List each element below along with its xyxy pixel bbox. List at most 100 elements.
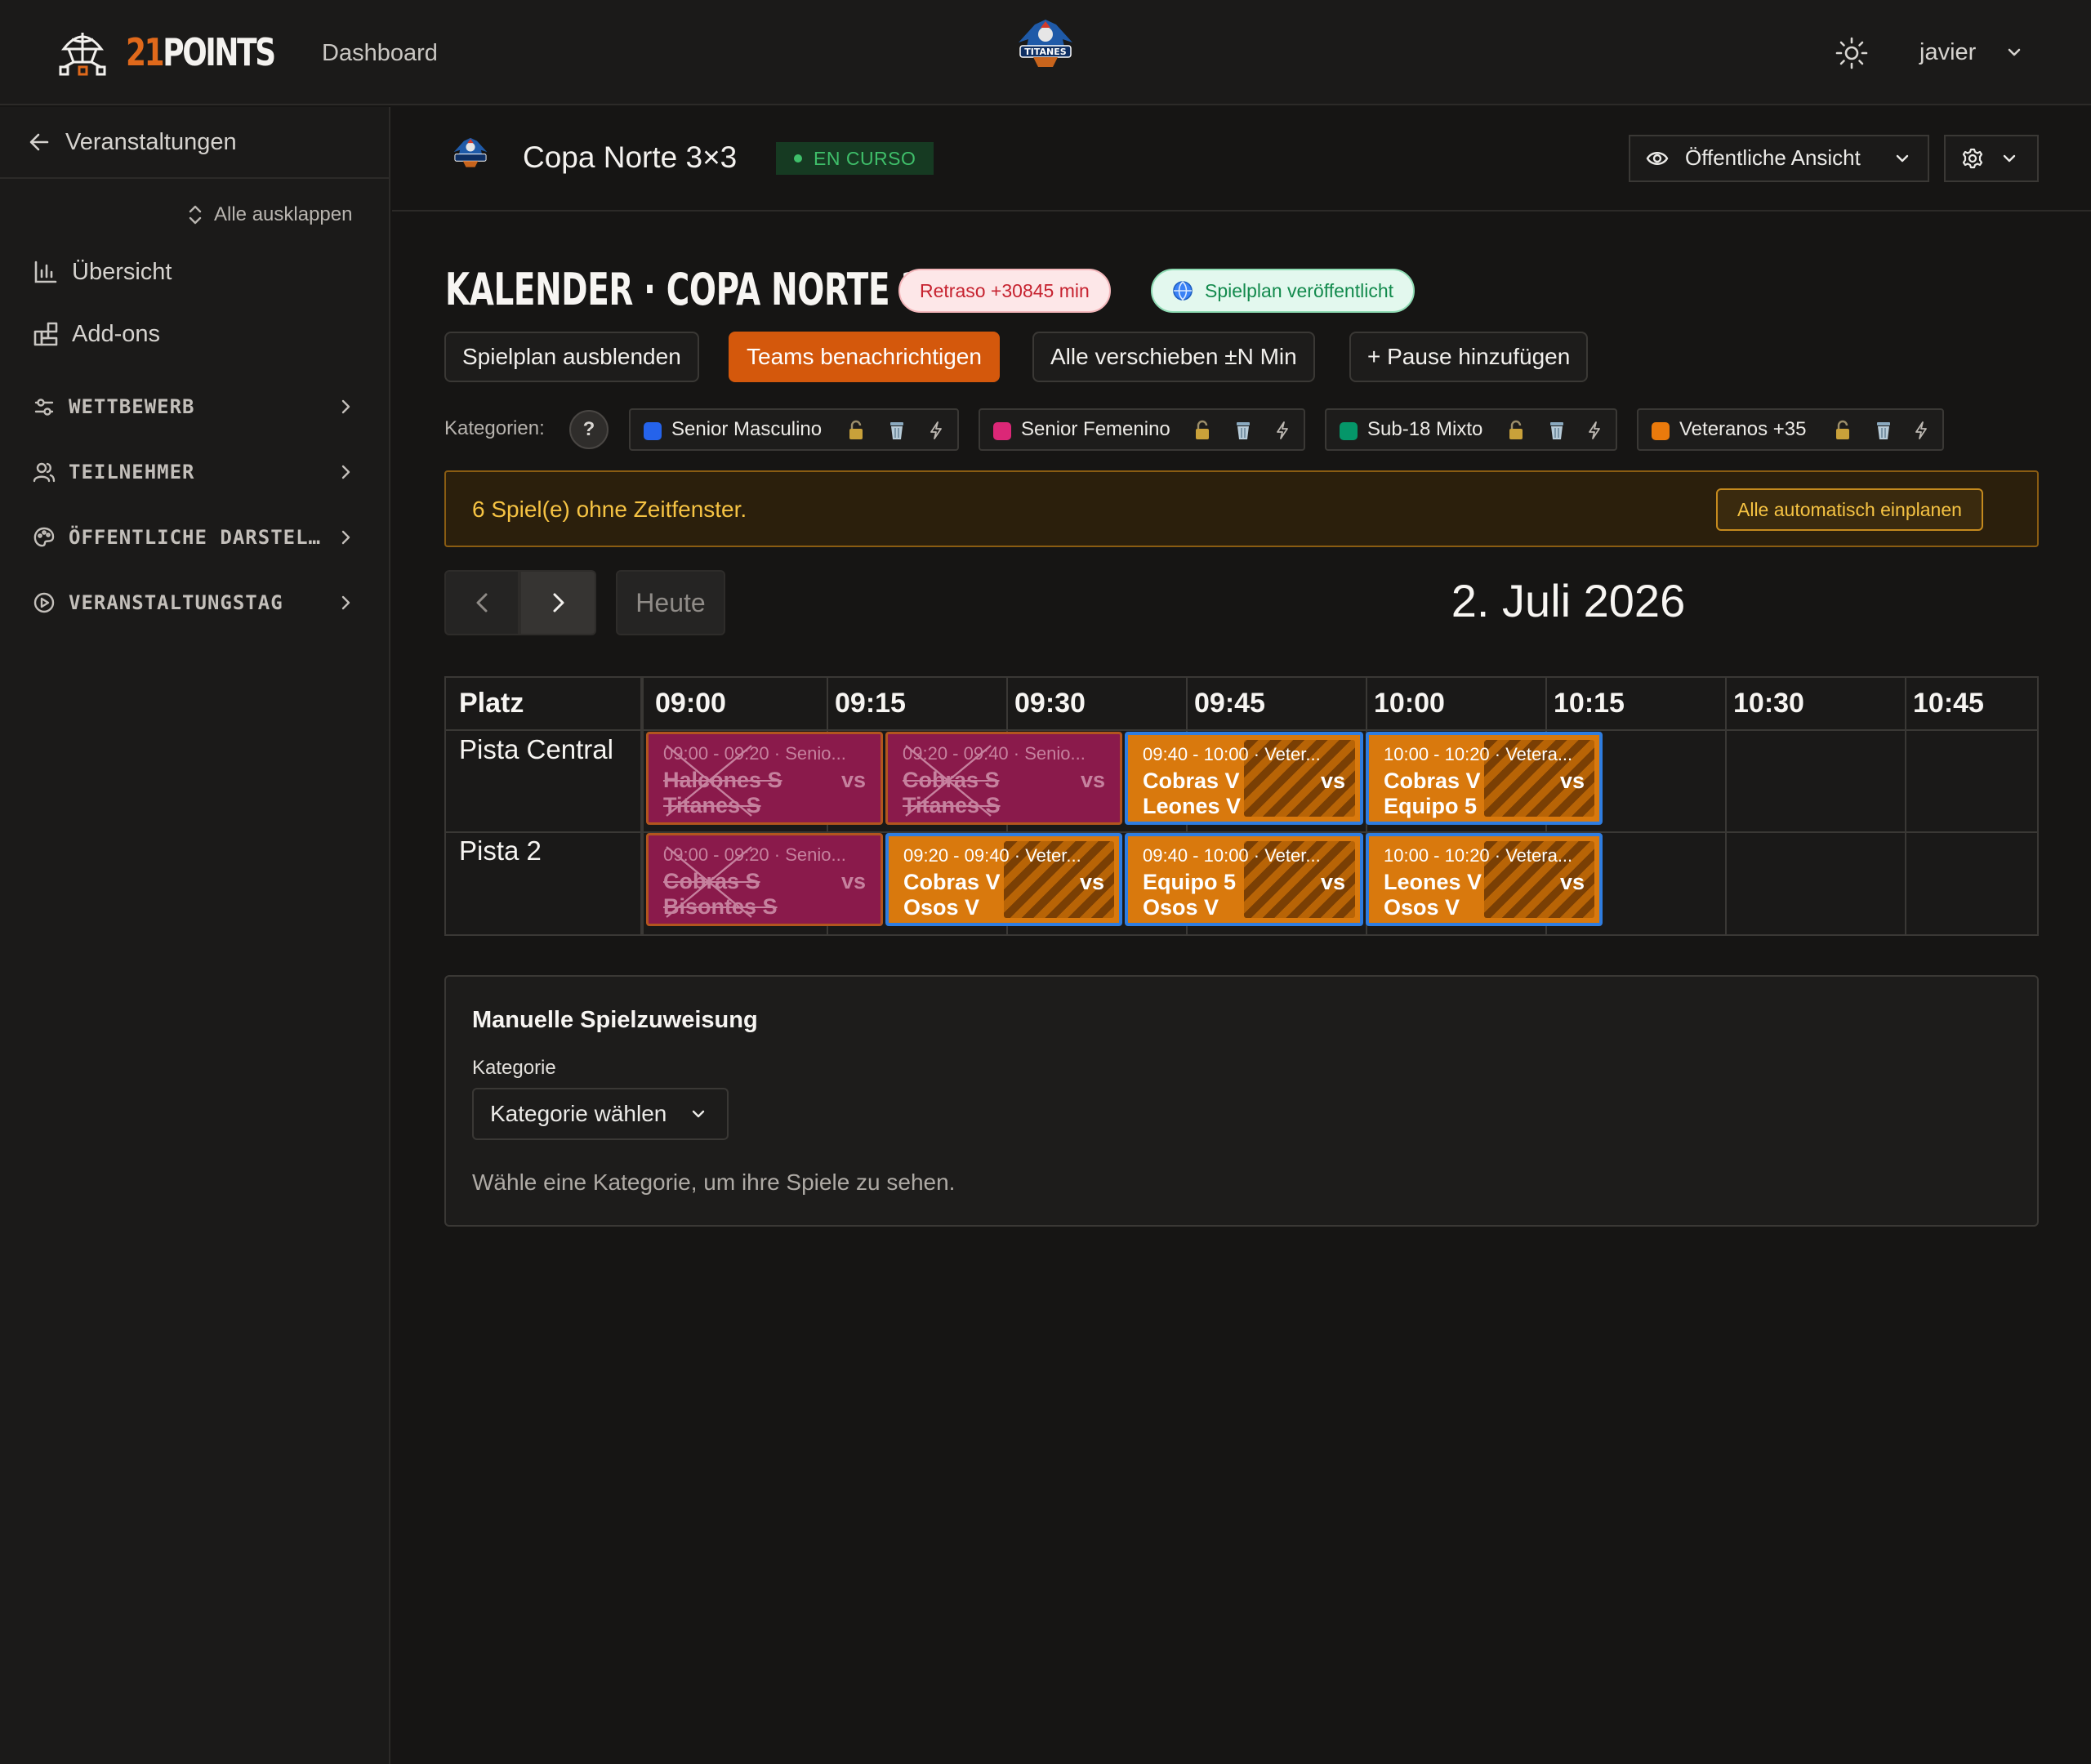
- add-break-button[interactable]: + Pause hinzufügen: [1349, 332, 1589, 382]
- sidebar-item-addons[interactable]: Add-ons: [72, 318, 160, 350]
- lightning-icon[interactable]: [926, 420, 946, 441]
- category-chip[interactable]: Veteranos +35: [1637, 408, 1944, 451]
- user-menu[interactable]: javier: [1919, 36, 1976, 69]
- match-team-home: Cobras S: [903, 768, 1000, 792]
- time-header: 10:00: [1374, 688, 1445, 719]
- trash-icon[interactable]: [1874, 420, 1893, 441]
- category-chip[interactable]: Senior Femenino: [979, 408, 1305, 451]
- match-card[interactable]: 09:20 - 09:40 · Senio... Cobras S vs Tit…: [885, 732, 1122, 825]
- sidebar: [0, 107, 390, 1764]
- lock-icon[interactable]: [846, 420, 866, 441]
- match-time: 10:00 - 10:20 · Vetera...: [1384, 744, 1573, 764]
- grid-line: [444, 729, 2039, 731]
- eye-icon: [1646, 148, 1669, 169]
- category-chip[interactable]: Sub-18 Mixto: [1325, 408, 1617, 451]
- match-vs: vs: [1559, 870, 1585, 894]
- trash-icon[interactable]: [1233, 420, 1253, 441]
- lightning-icon[interactable]: [1585, 420, 1604, 441]
- categories-label: Kategorien:: [444, 417, 545, 439]
- chevron-down-icon[interactable]: [2000, 149, 2018, 167]
- category-select-value[interactable]: Kategorie wählen: [490, 1099, 667, 1129]
- lock-icon[interactable]: [1506, 420, 1526, 441]
- chevron-right-icon[interactable]: [337, 594, 354, 612]
- today-button[interactable]: Heute: [616, 570, 725, 635]
- time-header: 09:30: [1014, 688, 1086, 719]
- match-time: 09:40 - 10:00 · Veter...: [1143, 744, 1321, 764]
- category-chip[interactable]: Senior Masculino: [629, 408, 959, 451]
- nav-dashboard-link[interactable]: Dashboard: [322, 38, 438, 69]
- arrow-left-icon[interactable]: [28, 131, 51, 154]
- event-crest-logo: [451, 136, 490, 172]
- chevron-left-icon[interactable]: [470, 590, 495, 615]
- shift-all-button[interactable]: Alle verschieben ±N Min: [1032, 332, 1315, 382]
- match-team-away: Osos V: [1384, 895, 1460, 920]
- match-vs: vs: [1559, 768, 1585, 793]
- expand-all-icon[interactable]: [186, 204, 204, 225]
- category-field-label: Kategorie: [472, 1057, 556, 1079]
- match-team-home: Cobras V: [1143, 768, 1240, 793]
- court-label: Pista Central: [459, 734, 613, 764]
- match-card[interactable]: 09:00 - 09:20 · Senio... Cobras S vs Bis…: [646, 833, 883, 926]
- categories-help-button[interactable]: ?: [569, 410, 609, 449]
- time-header: 10:15: [1554, 688, 1625, 719]
- trash-icon[interactable]: [887, 420, 907, 441]
- time-header: 10:45: [1913, 688, 1984, 719]
- puzzle-icon: [33, 321, 59, 347]
- match-card[interactable]: 09:20 - 09:40 · Veter... Cobras V vs Oso…: [885, 833, 1122, 926]
- hide-schedule-button[interactable]: Spielplan ausblenden: [444, 332, 699, 382]
- settings-menu-button[interactable]: [1944, 135, 2039, 182]
- chevron-down-icon[interactable]: [689, 1105, 707, 1123]
- match-team-home: Equipo 5: [1143, 870, 1236, 894]
- public-view-label[interactable]: Öffentliche Ansicht: [1685, 143, 1861, 172]
- match-vs: vs: [1320, 870, 1345, 894]
- globe-icon: [1171, 279, 1194, 302]
- category-color-swatch: [644, 422, 662, 440]
- category-name: Senior Femenino: [1021, 418, 1170, 440]
- lightning-icon[interactable]: [1911, 420, 1931, 441]
- lock-icon[interactable]: [1193, 420, 1212, 441]
- chevron-right-icon[interactable]: [337, 463, 354, 481]
- notify-teams-button[interactable]: Teams benachrichtigen: [729, 332, 1000, 382]
- basketball-hoop-icon[interactable]: [57, 28, 108, 78]
- match-team-away: Titanes S: [903, 793, 1001, 817]
- match-time: 09:00 - 09:20 · Senio...: [663, 743, 846, 764]
- auto-schedule-button[interactable]: Alle automatisch einplanen: [1716, 488, 1983, 531]
- sidebar-section-event-day[interactable]: VERANSTALTUNGSTAG: [69, 590, 283, 616]
- expand-all-button[interactable]: Alle ausklappen: [214, 203, 352, 227]
- lock-icon[interactable]: [1833, 420, 1852, 441]
- match-card[interactable]: 10:00 - 10:20 · Vetera... Leones V vs Os…: [1366, 833, 1603, 926]
- lightning-icon[interactable]: [1273, 420, 1292, 441]
- match-vs: vs: [1080, 768, 1105, 792]
- category-color-swatch: [1652, 422, 1670, 440]
- chevron-down-icon[interactable]: [1893, 149, 1911, 167]
- sidebar-section-public-display[interactable]: ÖFFENTLICHE DARSTEL…: [69, 524, 321, 550]
- trash-icon[interactable]: [1547, 420, 1567, 441]
- chevron-down-icon[interactable]: [2004, 42, 2024, 62]
- manual-assignment-hint: Wähle eine Kategorie, um ihre Spiele zu …: [472, 1169, 956, 1195]
- match-team-away: Osos V: [1143, 895, 1219, 920]
- time-header: 09:00: [655, 688, 726, 719]
- sidebar-item-overview[interactable]: Übersicht: [72, 256, 172, 288]
- gear-icon[interactable]: [1961, 147, 1984, 170]
- users-icon: [33, 461, 56, 483]
- sliders-icon: [33, 395, 56, 418]
- theme-toggle-sun-icon[interactable]: [1835, 36, 1869, 70]
- match-team-away: Equipo 5: [1384, 794, 1477, 818]
- match-card[interactable]: 09:40 - 10:00 · Veter... Equipo 5 vs Oso…: [1125, 833, 1363, 926]
- chevron-right-icon[interactable]: [337, 398, 354, 416]
- chevron-right-icon[interactable]: [546, 590, 570, 615]
- match-card[interactable]: 09:40 - 10:00 · Veter... Cobras V vs Leo…: [1125, 732, 1363, 825]
- match-time: 09:20 - 09:40 · Veter...: [903, 845, 1081, 866]
- delay-badge: Retraso +30845 min: [898, 269, 1111, 313]
- match-card[interactable]: 10:00 - 10:20 · Vetera... Cobras V vs Eq…: [1366, 732, 1603, 825]
- sidebar-back-label[interactable]: Veranstaltungen: [65, 126, 237, 158]
- brand-logo[interactable]: 21POINTS: [126, 28, 276, 77]
- grid-line: [1725, 676, 1727, 936]
- category-color-swatch: [1340, 422, 1358, 440]
- sidebar-section-participants[interactable]: TEILNEHMER: [69, 459, 195, 485]
- grid-line: [1905, 676, 1906, 936]
- match-card[interactable]: 09:00 - 09:20 · Senio... Halcones S vs T…: [646, 732, 883, 825]
- chevron-right-icon[interactable]: [337, 528, 354, 546]
- sidebar-section-competition[interactable]: WETTBEWERB: [69, 394, 195, 420]
- match-time: 09:40 - 10:00 · Veter...: [1143, 845, 1321, 866]
